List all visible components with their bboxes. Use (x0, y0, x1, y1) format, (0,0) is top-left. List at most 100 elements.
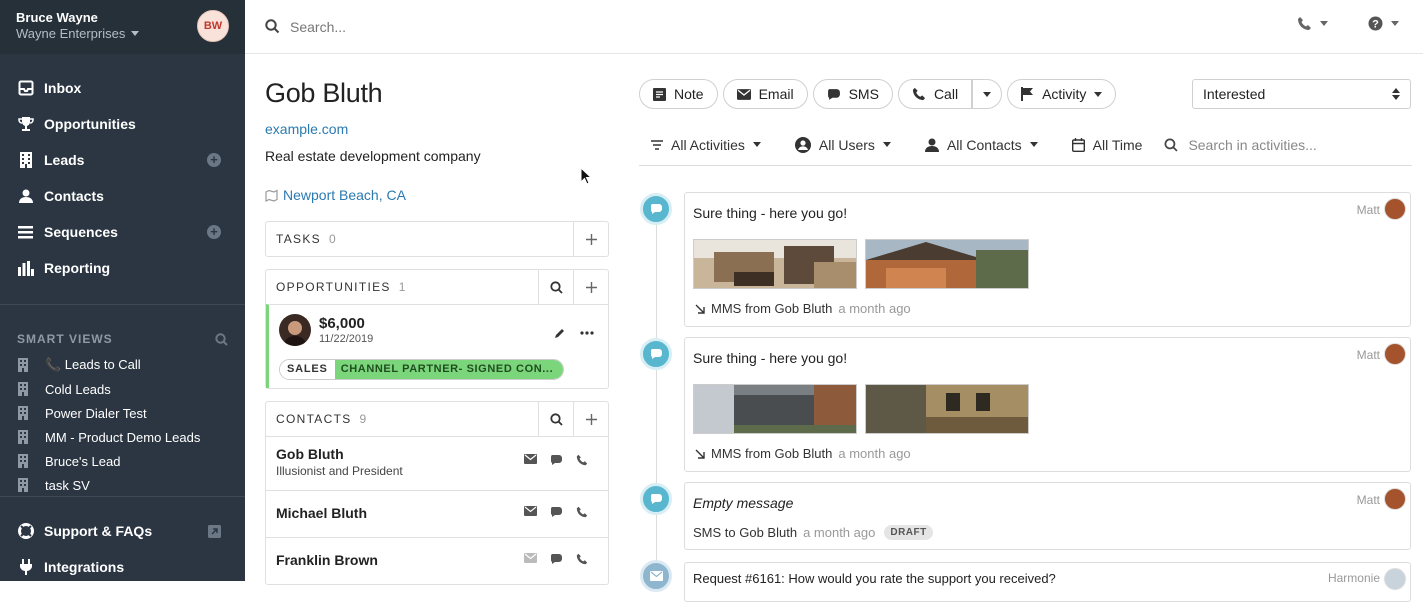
opportunity-card[interactable]: $6,000 11/22/2019 SALES CHANNEL PARTNER-… (266, 304, 608, 388)
activity-description: MMS from Gob Bluth (711, 301, 833, 316)
map-icon (265, 189, 278, 202)
smart-view-label: MM - Product Demo Leads (45, 429, 201, 445)
email-icon[interactable] (524, 454, 537, 466)
lead-name[interactable]: Gob Bluth (265, 78, 604, 109)
more-icon[interactable] (580, 331, 594, 335)
help-menu-button[interactable]: ? (1368, 16, 1399, 31)
mms-photo[interactable] (865, 384, 1029, 434)
activity-search-input[interactable]: Search in activities... (1164, 136, 1317, 153)
smart-view-item[interactable]: Power Dialer Test (0, 401, 245, 425)
sidebar-bottom: Support & FAQs Integrations (0, 496, 245, 581)
phone-icon (1297, 16, 1312, 31)
add-lead-button[interactable]: + (207, 153, 221, 167)
smart-view-item[interactable]: Cold Leads (0, 377, 245, 401)
filter-users[interactable]: All Users (794, 136, 891, 153)
smart-view-item[interactable]: Bruce's Lead (0, 449, 245, 473)
sidebar: Bruce Wayne Wayne Enterprises BW Inbox O… (0, 0, 245, 581)
sms-icon[interactable] (550, 454, 563, 466)
phone-icon[interactable] (576, 454, 588, 466)
activity-timestamp: a month ago (838, 446, 911, 461)
sms-icon[interactable] (550, 553, 563, 565)
activity-user: Matt (1356, 493, 1380, 507)
sms-icon[interactable] (550, 506, 563, 518)
add-opportunity-button[interactable] (573, 270, 608, 304)
mms-photo[interactable] (865, 239, 1029, 289)
activity-card[interactable]: Sure thing - here you go! Matt MMS from … (684, 192, 1411, 327)
user-circle-icon (794, 136, 811, 153)
call-button[interactable]: Call (897, 79, 973, 109)
incoming-arrow-icon (695, 449, 705, 459)
draft-badge: DRAFT (884, 525, 933, 540)
nav-item-sequences[interactable]: Sequences + (0, 214, 245, 250)
avatar[interactable]: BW (197, 10, 229, 42)
mms-photo[interactable] (693, 384, 857, 434)
mms-photo[interactable] (693, 239, 857, 289)
plug-icon (17, 559, 34, 576)
lead-url-link[interactable]: example.com (265, 121, 604, 137)
sms-button[interactable]: SMS (812, 79, 893, 109)
nav-item-inbox[interactable]: Inbox (0, 70, 245, 106)
activity-card[interactable]: Empty message Matt SMS to Gob Bluth a mon… (684, 482, 1411, 550)
nav-item-support[interactable]: Support & FAQs (0, 513, 245, 549)
activity-label: Activity (1042, 86, 1087, 102)
search-opportunities-button[interactable] (538, 270, 573, 304)
filter-contacts[interactable]: All Contacts (924, 137, 1038, 153)
search-icon (549, 412, 563, 426)
smart-view-label: 📞 Leads to Call (45, 357, 141, 372)
contacts-title: CONTACTS (276, 412, 352, 426)
nav-item-integrations[interactable]: Integrations (0, 549, 245, 581)
contact-row[interactable]: Michael Bluth (266, 490, 608, 537)
filter-time[interactable]: All Time (1071, 137, 1142, 153)
email-icon[interactable] (524, 553, 537, 565)
smart-view-item[interactable]: MM - Product Demo Leads (0, 425, 245, 449)
smart-view-item[interactable]: task SV (0, 473, 245, 497)
email-button[interactable]: Email (722, 79, 808, 109)
call-options-button[interactable] (972, 79, 1003, 109)
global-search-input[interactable]: Search... (290, 19, 346, 35)
add-contact-button[interactable] (573, 402, 608, 436)
activity-search-placeholder: Search in activities... (1188, 136, 1317, 153)
tasks-header: TASKS 0 (266, 222, 608, 256)
opportunity-status-tag[interactable]: SALES CHANNEL PARTNER- SIGNED CON... (279, 359, 565, 380)
svg-text:?: ? (1372, 19, 1379, 31)
phone-menu-button[interactable] (1297, 16, 1328, 31)
chevron-down-icon (131, 31, 140, 36)
location-text: Newport Beach, CA (283, 187, 406, 203)
activity-button[interactable]: Activity (1007, 79, 1117, 109)
smart-view-item[interactable]: 📞 Leads to Call (0, 353, 245, 377)
email-subject: Request #6161: How would you rate the su… (693, 571, 1056, 586)
lead-description[interactable]: Real estate development company (265, 148, 604, 164)
chevron-down-icon (1094, 91, 1103, 97)
contact-row[interactable]: Gob Bluth Illusionist and President (266, 436, 608, 490)
search-icon[interactable] (215, 332, 228, 346)
bar-chart-icon (17, 260, 34, 277)
phone-icon[interactable] (576, 506, 588, 518)
nav-item-opportunities[interactable]: Opportunities (0, 106, 245, 142)
nav-label: Opportunities (44, 116, 136, 132)
building-icon (18, 478, 28, 492)
note-button[interactable]: Note (639, 79, 718, 109)
pencil-icon[interactable] (554, 327, 566, 339)
search-contacts-button[interactable] (538, 402, 573, 436)
contact-row[interactable]: Franklin Brown (266, 537, 608, 584)
email-icon[interactable] (524, 506, 537, 518)
phone-icon[interactable] (576, 553, 588, 565)
user-menu[interactable]: Bruce Wayne Wayne Enterprises BW (0, 0, 245, 54)
search-icon (1164, 138, 1178, 152)
activity-card[interactable]: Sure thing - here you go! Matt MMS from … (684, 337, 1411, 472)
activity-user: Matt (1356, 348, 1380, 362)
nav-item-contacts[interactable]: Contacts (0, 178, 245, 214)
opportunities-header: OPPORTUNITIES 1 (266, 270, 608, 304)
lead-status-select[interactable]: Interested (1192, 79, 1411, 109)
sms-icon (827, 88, 841, 101)
person-icon (924, 138, 939, 152)
filter-activities[interactable]: All Activities (651, 137, 761, 153)
sms-event-icon (640, 193, 672, 225)
nav-item-leads[interactable]: Leads + (0, 142, 245, 178)
lead-location-link[interactable]: Newport Beach, CA (265, 187, 604, 203)
add-sequence-button[interactable]: + (207, 225, 221, 239)
activity-card[interactable]: Request #6161: How would you rate the su… (684, 562, 1411, 602)
add-task-button[interactable] (573, 222, 608, 256)
sms-event-icon (640, 338, 672, 370)
nav-item-reporting[interactable]: Reporting (0, 250, 245, 286)
